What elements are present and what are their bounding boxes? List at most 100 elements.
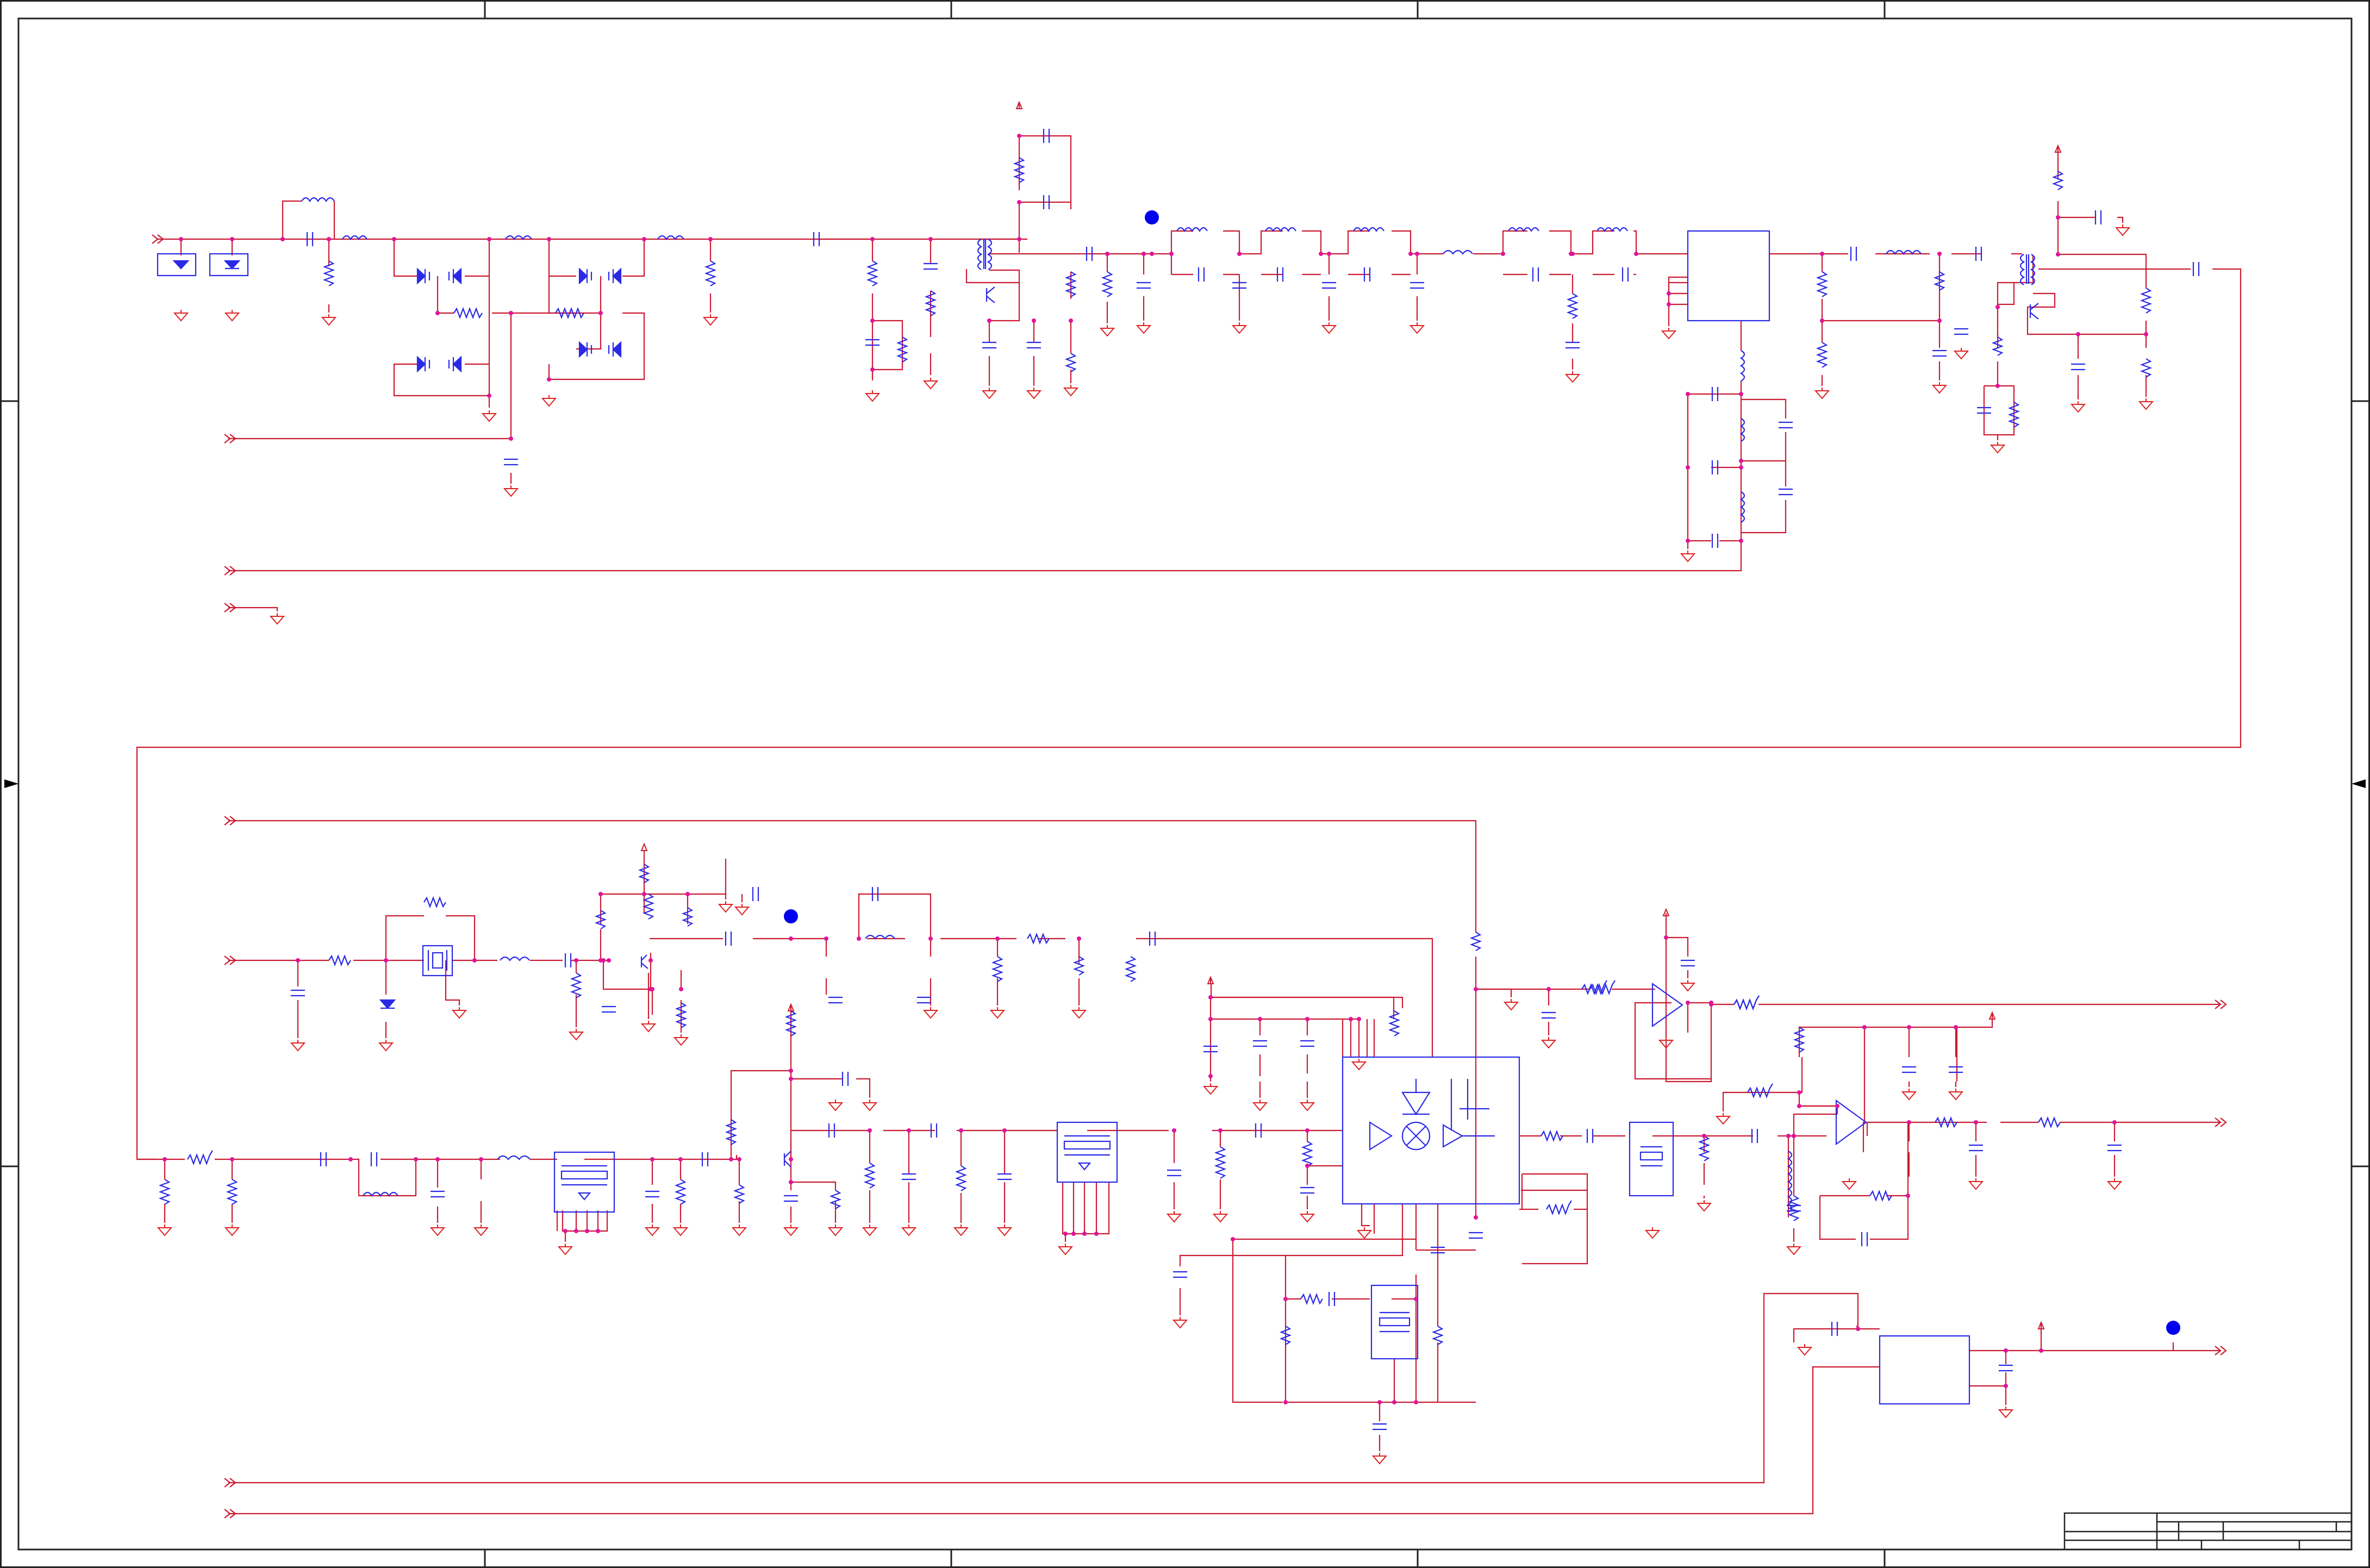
junction-dot	[1017, 134, 1021, 138]
junction-dot	[1907, 1025, 1911, 1029]
junction-dot	[1686, 392, 1690, 396]
junction-dot	[1305, 1017, 1309, 1021]
junction-dot	[737, 1157, 741, 1161]
junction-dot	[1305, 1128, 1309, 1133]
test-point[interactable]	[2166, 1321, 2180, 1335]
junction-dot	[1667, 302, 1671, 307]
junction-dot	[163, 1157, 167, 1161]
junction-dot	[1094, 1232, 1099, 1236]
test-point[interactable]	[1145, 210, 1159, 224]
junction-dot	[2004, 1384, 2008, 1388]
junction-dot	[1570, 252, 1575, 256]
junction-dot	[1820, 252, 1824, 256]
junction-dot	[1150, 252, 1154, 256]
junction-dot	[650, 1157, 654, 1161]
junction-dot	[1739, 459, 1743, 463]
junction-dot	[1797, 1090, 1801, 1095]
junction-dot	[1786, 1134, 1791, 1138]
junction-dot	[1357, 1017, 1361, 1021]
junction-dot	[1792, 1134, 1796, 1138]
junction-dot	[509, 311, 513, 315]
junction-dot	[1667, 291, 1671, 296]
junction-dot	[789, 1157, 793, 1161]
junction-dot	[1474, 987, 1478, 991]
junction-dot	[1069, 318, 1073, 323]
junction-dot	[2004, 1348, 2008, 1353]
junction-dot	[1077, 936, 1081, 941]
junction-dot	[472, 958, 477, 963]
junction-dot	[1414, 1400, 1418, 1404]
junction-dot	[1327, 252, 1331, 256]
junction-dot	[280, 237, 285, 241]
junction-dot	[870, 318, 875, 323]
junction-dot	[648, 958, 653, 963]
junction-dot	[563, 1229, 567, 1233]
junction-dot	[2039, 1348, 2043, 1353]
junction-dot	[2056, 252, 2060, 257]
junction-dot	[928, 237, 933, 241]
junction-dot	[708, 237, 713, 241]
junction-dot	[907, 1128, 911, 1133]
junction-dot	[2144, 332, 2148, 336]
junction-dot	[487, 393, 491, 398]
junction-dot	[596, 1229, 600, 1233]
test-point[interactable]	[784, 909, 798, 923]
junction-dot	[1392, 1400, 1396, 1404]
junction-dot	[1702, 1134, 1706, 1138]
junction-dot	[1283, 1400, 1288, 1404]
junction-dot	[1954, 1025, 1958, 1029]
junction-dot	[1071, 1232, 1076, 1236]
junction-dot	[1739, 465, 1743, 470]
junction-dot	[1686, 539, 1690, 543]
junction-dot	[1820, 318, 1824, 323]
junction-dot	[870, 237, 875, 241]
junction-dot	[678, 1157, 683, 1161]
junction-dot	[1218, 1128, 1223, 1133]
junction-dot	[1995, 384, 2000, 388]
junction-dot	[487, 237, 491, 241]
junction-dot	[1208, 1074, 1213, 1078]
junction-dot	[1258, 1017, 1262, 1021]
junction-dot	[1283, 1297, 1288, 1301]
junction-dot	[1017, 200, 1021, 204]
junction-dot	[574, 1229, 578, 1233]
junction-dot	[1739, 539, 1743, 543]
junction-dot	[1237, 252, 1242, 256]
junction-dot	[1172, 1128, 1176, 1133]
junction-dot	[1937, 252, 1942, 256]
junction-dot	[414, 1157, 418, 1161]
junction-dot	[1305, 1164, 1309, 1168]
junction-dot	[1414, 1297, 1418, 1301]
junction-dot	[2076, 332, 2080, 336]
junction-dot	[1032, 318, 1036, 323]
junction-dot	[650, 987, 654, 991]
junction-dot	[857, 936, 861, 941]
junction-dot	[179, 237, 183, 241]
junction-dot	[1105, 252, 1109, 256]
junction-dot	[2056, 215, 2060, 220]
junction-dot	[1349, 1017, 1353, 1021]
junction-dot	[1995, 305, 2000, 309]
junction-dot	[928, 936, 933, 941]
junction-dot	[230, 237, 234, 241]
junction-dot	[1002, 1128, 1007, 1133]
junction-dot	[1634, 252, 1638, 256]
junction-dot	[1797, 1104, 1801, 1108]
junction-dot	[868, 1128, 872, 1133]
junction-dot	[1501, 252, 1505, 256]
junction-dot	[789, 1180, 793, 1184]
junction-dot	[1835, 1104, 1839, 1108]
junction-dot	[435, 1157, 440, 1161]
junction-dot	[1377, 1400, 1382, 1404]
junction-dot	[509, 436, 513, 441]
junction-dot	[1907, 1120, 1911, 1125]
junction-dot	[598, 958, 603, 963]
junction-dot	[642, 237, 646, 241]
junction-dot	[789, 1069, 793, 1073]
junction-dot	[789, 936, 793, 941]
junction-dot	[685, 892, 690, 896]
junction-dot	[1474, 1215, 1478, 1220]
junction-dot	[384, 958, 388, 963]
junction-dot	[598, 311, 603, 315]
junction-dot	[1974, 1120, 1978, 1125]
